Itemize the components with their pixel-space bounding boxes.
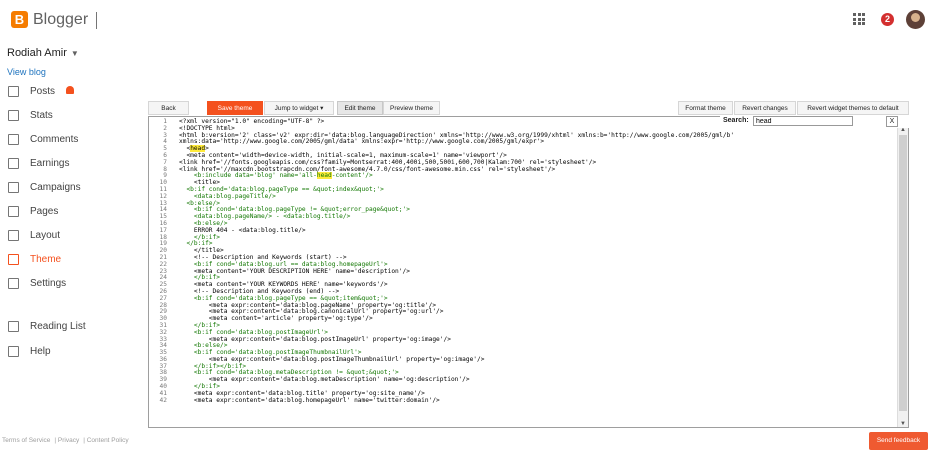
- sidebar-item-label: Help: [30, 346, 51, 357]
- code-line: 12 <data:blog.pageTitle/>: [149, 193, 897, 201]
- code-text: <meta expr:content='data:blog.homepageUr…: [179, 396, 440, 404]
- settings-icon: [8, 278, 19, 289]
- search-input[interactable]: [753, 116, 853, 126]
- footer-links: Terms of Service | Privacy | Content Polic…: [2, 437, 129, 444]
- posts-icon: [8, 86, 19, 97]
- sidebar-item-label: Campaigns: [30, 182, 81, 193]
- chevron-down-icon: ▼: [70, 49, 79, 58]
- search-bar: Search: X: [720, 116, 910, 128]
- sidebar-item-theme[interactable]: Theme: [0, 249, 140, 271]
- code-line: 15 <data:blog.pageName/> - <data:blog.ti…: [149, 213, 897, 221]
- campaigns-icon: [8, 182, 19, 193]
- notifications-badge[interactable]: 2: [881, 13, 894, 26]
- format-theme-button[interactable]: Format theme: [678, 101, 733, 115]
- save-theme-button[interactable]: Save theme: [207, 101, 263, 115]
- top-bar: B Blogger 2: [0, 0, 934, 40]
- search-match: head: [316, 172, 332, 180]
- sidebar-item-stats[interactable]: Stats: [0, 105, 140, 127]
- sidebar-item-label: Stats: [30, 110, 53, 121]
- revert-changes-button[interactable]: Revert changes: [734, 101, 796, 115]
- code-text: <meta expr:content='data:blog.metaDescri…: [179, 376, 470, 384]
- sidebar-item-label: Posts: [30, 86, 56, 97]
- code-line: 36 <meta expr:content='data:blog.postIma…: [149, 356, 897, 364]
- content-policy-link[interactable]: Content Policy: [87, 437, 129, 444]
- code-line: 30 <meta content='article' property='og:…: [149, 315, 897, 323]
- search-label: Search:: [723, 117, 749, 124]
- sidebar-item-pages[interactable]: Pages: [0, 201, 140, 223]
- blogger-logo-icon[interactable]: B: [11, 11, 28, 28]
- sidebar-item-posts[interactable]: Posts: [0, 81, 140, 103]
- user-name: Rodiah Amir: [7, 47, 67, 59]
- chevron-down-icon: ▾: [320, 105, 324, 112]
- sidebar-item-settings[interactable]: Settings: [0, 273, 140, 295]
- scrollbar-thumb[interactable]: [899, 135, 907, 411]
- sidebar-item-label: Pages: [30, 206, 59, 217]
- code-line: 19 </b:if>: [149, 241, 897, 248]
- code-line: 9 <b:include data='blog' name='all-head-…: [149, 172, 897, 180]
- sidebar-item-label: Settings: [30, 278, 67, 289]
- jump-to-widget-label: Jump to widget: [274, 105, 319, 112]
- code-lines: 1 <?xml version="1.0" encoding="UTF-8" ?>…: [149, 118, 897, 405]
- sidebar-item-earnings[interactable]: Earnings: [0, 153, 140, 175]
- revert-widgets-button[interactable]: Revert widget themes to default: [797, 101, 909, 115]
- sidebar-item-label: Theme: [30, 254, 62, 265]
- line-number: 42: [159, 396, 167, 404]
- pages-icon: [8, 206, 19, 217]
- sidebar-item-comments[interactable]: Comments: [0, 129, 140, 151]
- layout-icon: [8, 230, 19, 241]
- code-line: 17 ERROR 404 - <data:blog.title/>: [149, 227, 897, 235]
- code-line: 23 <meta content='YOUR DESCRIPTION HERE'…: [149, 268, 897, 276]
- stats-icon: [8, 110, 19, 121]
- sidebar-item-label: Reading List: [30, 321, 86, 332]
- earnings-icon: [8, 158, 19, 169]
- jump-to-widget-dropdown[interactable]: Jump to widget ▾: [264, 101, 334, 115]
- sidebar-item-campaigns[interactable]: Campaigns: [0, 177, 140, 199]
- help-icon: [8, 346, 19, 357]
- blog-selector[interactable]: Rodiah Amir ▼: [7, 47, 79, 59]
- sidebar-item-reading-list[interactable]: Reading List: [0, 316, 140, 338]
- edit-theme-button[interactable]: Edit theme: [337, 101, 383, 115]
- theme-icon: [8, 254, 19, 265]
- sidebar-item-layout[interactable]: Layout: [0, 225, 140, 247]
- scroll-down-icon[interactable]: ▼: [899, 421, 907, 427]
- view-blog-link[interactable]: View blog: [7, 67, 46, 77]
- scrollbar[interactable]: ▲ ▼: [897, 127, 908, 427]
- back-button[interactable]: Back: [148, 101, 189, 115]
- code-line: 42 <meta expr:content='data:blog.homepag…: [149, 396, 897, 405]
- code-editor[interactable]: 1 <?xml version="1.0" encoding="UTF-8" ?>…: [148, 116, 909, 428]
- privacy-link[interactable]: Privacy: [58, 437, 79, 444]
- reading-list-icon: [8, 321, 19, 332]
- code-line: 4 xmlns:data='http://www.google.com/2005/…: [149, 139, 897, 146]
- comments-icon: [8, 134, 19, 145]
- close-icon[interactable]: X: [886, 116, 898, 127]
- preview-theme-button[interactable]: Preview theme: [383, 101, 440, 115]
- sidebar-item-help[interactable]: Help: [0, 341, 140, 363]
- sidebar-item-label: Earnings: [30, 158, 70, 169]
- terms-link[interactable]: Terms of Service: [2, 437, 50, 444]
- avatar[interactable]: [906, 10, 925, 29]
- code-line: 39 <meta expr:content='data:blog.metaDes…: [149, 376, 897, 384]
- sidebar-item-label: Comments: [30, 134, 79, 145]
- code-line: 33 <meta expr:content='data:blog.postIma…: [149, 336, 897, 344]
- apps-grid-icon[interactable]: [853, 13, 865, 25]
- code-line: 18 </b:if>: [149, 234, 897, 242]
- divider: [96, 12, 97, 29]
- code-text: xmlns:data='http://www.google.com/2005/g…: [179, 138, 545, 146]
- sidebar-item-label: Layout: [30, 230, 61, 241]
- app-title[interactable]: Blogger: [33, 11, 88, 29]
- bell-icon[interactable]: [66, 86, 74, 94]
- send-feedback-button[interactable]: Send feedback: [869, 432, 928, 450]
